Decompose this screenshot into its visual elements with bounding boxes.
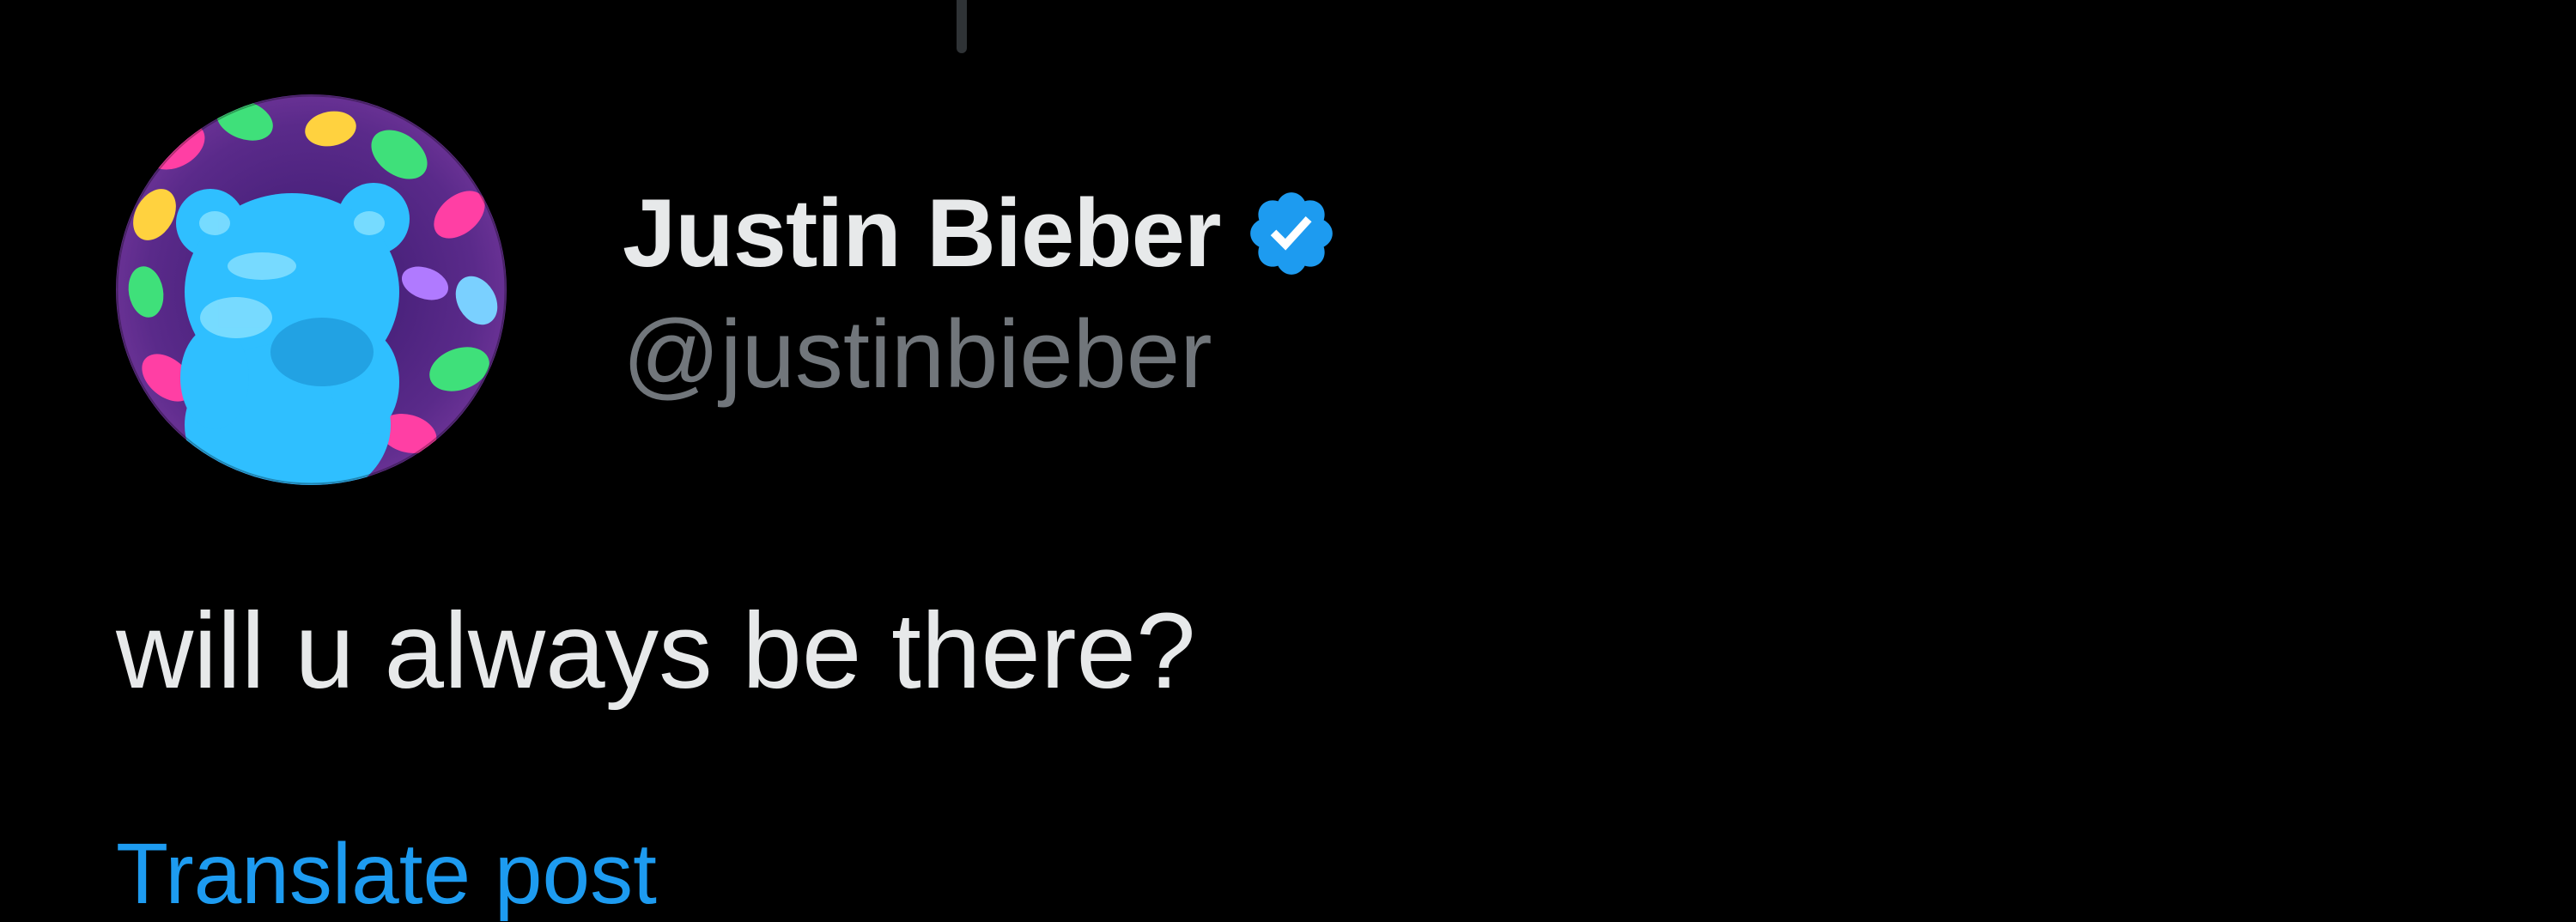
tweet-header: Justin Bieber @justinbieber xyxy=(116,94,1340,485)
author-identity: Justin Bieber @justinbieber xyxy=(623,178,1340,403)
author-display-name[interactable]: Justin Bieber xyxy=(623,185,1222,282)
thread-connector-line xyxy=(957,0,967,53)
gummy-bear-avatar-icon xyxy=(116,94,507,485)
translate-post-link[interactable]: Translate post xyxy=(116,831,657,917)
tweet-text: will u always be there? xyxy=(116,591,1196,711)
author-handle[interactable]: @justinbieber xyxy=(623,306,1340,403)
avatar[interactable] xyxy=(116,94,507,485)
verified-badge-icon[interactable] xyxy=(1243,185,1340,282)
author-name-row: Justin Bieber xyxy=(623,178,1340,289)
